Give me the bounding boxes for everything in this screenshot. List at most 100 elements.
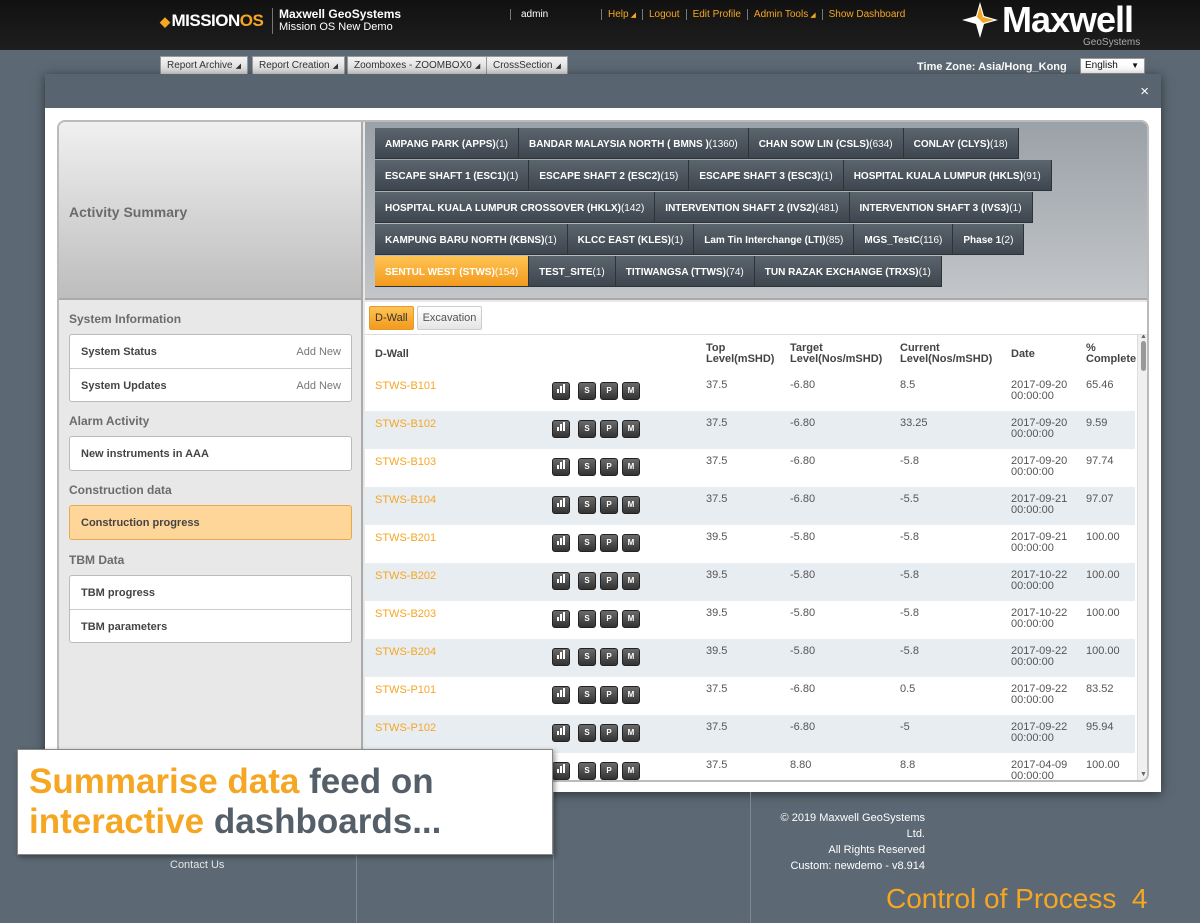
nav-logout[interactable]: Logout	[641, 9, 686, 20]
add-new-link[interactable]: Add New	[296, 380, 341, 392]
m-button[interactable]: M	[622, 382, 640, 400]
nav-admin-tools[interactable]: Admin Tools ◢	[746, 9, 822, 20]
chart-icon[interactable]	[552, 496, 570, 514]
s-button[interactable]: S	[578, 534, 596, 552]
nav-show-dashboard[interactable]: Show Dashboard	[821, 9, 912, 20]
site-tab[interactable]: Lam Tin Interchange (LTI)(85)	[694, 224, 855, 255]
site-tab[interactable]: KAMPUNG BARU NORTH (KBNS)(1)	[375, 224, 568, 255]
p-button[interactable]: P	[600, 458, 618, 476]
chart-icon[interactable]	[552, 534, 570, 552]
dwall-link[interactable]: STWS-P102	[375, 723, 436, 734]
chart-icon[interactable]	[552, 686, 570, 704]
nav-edit-profile[interactable]: Edit Profile	[685, 9, 747, 20]
site-tab[interactable]: Phase 1(2)	[953, 224, 1025, 255]
site-tab[interactable]: ESCAPE SHAFT 3 (ESC3)(1)	[689, 160, 844, 191]
chart-icon[interactable]	[552, 648, 570, 666]
missionos-logo[interactable]: ◆ MISSIONOS	[160, 11, 264, 31]
site-tab[interactable]: HOSPITAL KUALA LUMPUR (HKLS)(91)	[843, 160, 1052, 191]
s-button[interactable]: S	[578, 458, 596, 476]
site-tab[interactable]: AMPANG PARK (APPS)(1)	[375, 128, 519, 159]
dwall-link[interactable]: STWS-B101	[375, 381, 436, 392]
s-button[interactable]: S	[578, 648, 596, 666]
p-button[interactable]: P	[600, 762, 618, 780]
chart-icon[interactable]	[552, 420, 570, 438]
m-button[interactable]: M	[622, 572, 640, 590]
site-tab[interactable]: SENTUL WEST (STWS)(154)	[375, 256, 530, 287]
dwall-link[interactable]: STWS-B201	[375, 533, 436, 544]
chart-icon[interactable]	[552, 610, 570, 628]
tab-zoomboxes[interactable]: Zoomboxes - ZOOMBOX0 ◢	[347, 56, 488, 74]
m-button[interactable]: M	[622, 724, 640, 742]
p-button[interactable]: P	[600, 572, 618, 590]
p-button[interactable]: P	[600, 648, 618, 666]
site-tab[interactable]: INTERVENTION SHAFT 3 (IVS3)(1)	[849, 192, 1033, 223]
table-scrollbar[interactable]: ▲ ▼	[1137, 335, 1147, 780]
site-tab[interactable]: TEST_SITE(1)	[529, 256, 616, 287]
s-button[interactable]: S	[578, 724, 596, 742]
dwall-link[interactable]: STWS-B104	[375, 495, 436, 506]
site-tab[interactable]: INTERVENTION SHAFT 2 (IVS2)(481)	[655, 192, 850, 223]
chart-icon[interactable]	[552, 572, 570, 590]
scroll-down-icon[interactable]: ▼	[1140, 771, 1147, 778]
p-button[interactable]: P	[600, 496, 618, 514]
tab-report-creation[interactable]: Report Creation ◢	[252, 56, 345, 74]
s-button[interactable]: S	[578, 762, 596, 780]
s-button[interactable]: S	[578, 420, 596, 438]
p-button[interactable]: P	[600, 724, 618, 742]
p-button[interactable]: P	[600, 534, 618, 552]
s-button[interactable]: S	[578, 382, 596, 400]
chart-icon[interactable]	[552, 762, 570, 780]
tab-report-archive[interactable]: Report Archive ◢	[160, 56, 248, 74]
sidebar-item-new-instruments[interactable]: New instruments in AAA	[70, 437, 351, 470]
m-button[interactable]: M	[622, 686, 640, 704]
s-button[interactable]: S	[578, 610, 596, 628]
m-button[interactable]: M	[622, 420, 640, 438]
add-new-link[interactable]: Add New	[296, 346, 341, 358]
p-button[interactable]: P	[600, 686, 618, 704]
sidebar-item-system-status[interactable]: System Status Add New	[70, 335, 351, 368]
chart-icon[interactable]	[552, 458, 570, 476]
scrollbar-thumb[interactable]	[1141, 341, 1146, 371]
site-tab[interactable]: HOSPITAL KUALA LUMPUR CROSSOVER (HKLX)(1…	[375, 192, 656, 223]
language-select[interactable]: English ▼	[1080, 58, 1145, 74]
tab-crosssection[interactable]: CrossSection ◢	[486, 56, 568, 74]
m-button[interactable]: M	[622, 762, 640, 780]
tab-excavation[interactable]: Excavation	[416, 306, 483, 330]
sidebar-item-tbm-progress[interactable]: TBM progress	[70, 576, 351, 609]
site-tab[interactable]: CHAN SOW LIN (CSLS)(634)	[748, 128, 904, 159]
s-button[interactable]: S	[578, 496, 596, 514]
p-button[interactable]: P	[600, 382, 618, 400]
m-button[interactable]: M	[622, 610, 640, 628]
site-tab[interactable]: MGS_TestC(116)	[854, 224, 954, 255]
scroll-up-icon[interactable]: ▲	[1140, 335, 1147, 340]
dwall-link[interactable]: STWS-B202	[375, 571, 436, 582]
close-icon[interactable]: ×	[1140, 83, 1149, 100]
p-button[interactable]: P	[600, 610, 618, 628]
s-button[interactable]: S	[578, 572, 596, 590]
m-button[interactable]: M	[622, 458, 640, 476]
contact-link[interactable]: Contact Us	[170, 859, 224, 871]
dwall-link[interactable]: STWS-B103	[375, 457, 436, 468]
sidebar-item-system-updates[interactable]: System Updates Add New	[70, 368, 351, 401]
dwall-link[interactable]: STWS-B204	[375, 647, 436, 658]
m-button[interactable]: M	[622, 496, 640, 514]
dwall-link[interactable]: STWS-P101	[375, 685, 436, 696]
site-tab[interactable]: TITIWANGSA (TTWS)(74)	[615, 256, 755, 287]
chart-icon[interactable]	[552, 382, 570, 400]
s-button[interactable]: S	[578, 686, 596, 704]
m-button[interactable]: M	[622, 648, 640, 666]
dwall-link[interactable]: STWS-B102	[375, 419, 436, 430]
sidebar-item-tbm-parameters[interactable]: TBM parameters	[70, 609, 351, 642]
nav-help[interactable]: Help ◢	[601, 9, 642, 20]
site-tab[interactable]: ESCAPE SHAFT 1 (ESC1)(1)	[375, 160, 530, 191]
site-tab[interactable]: BANDAR MALAYSIA NORTH ( BMNS )(1360)	[518, 128, 749, 159]
site-tab[interactable]: TUN RAZAK EXCHANGE (TRXS)(1)	[754, 256, 942, 287]
tab-d-wall[interactable]: D-Wall	[369, 306, 414, 330]
site-tab[interactable]: ESCAPE SHAFT 2 (ESC2)(15)	[529, 160, 690, 191]
site-tab[interactable]: KLCC EAST (KLES)(1)	[567, 224, 695, 255]
p-button[interactable]: P	[600, 420, 618, 438]
chart-icon[interactable]	[552, 724, 570, 742]
sidebar-item-construction-progress[interactable]: Construction progress	[70, 506, 351, 539]
dwall-link[interactable]: STWS-B203	[375, 609, 436, 620]
site-tab[interactable]: CONLAY (CLYS)(18)	[903, 128, 1019, 159]
